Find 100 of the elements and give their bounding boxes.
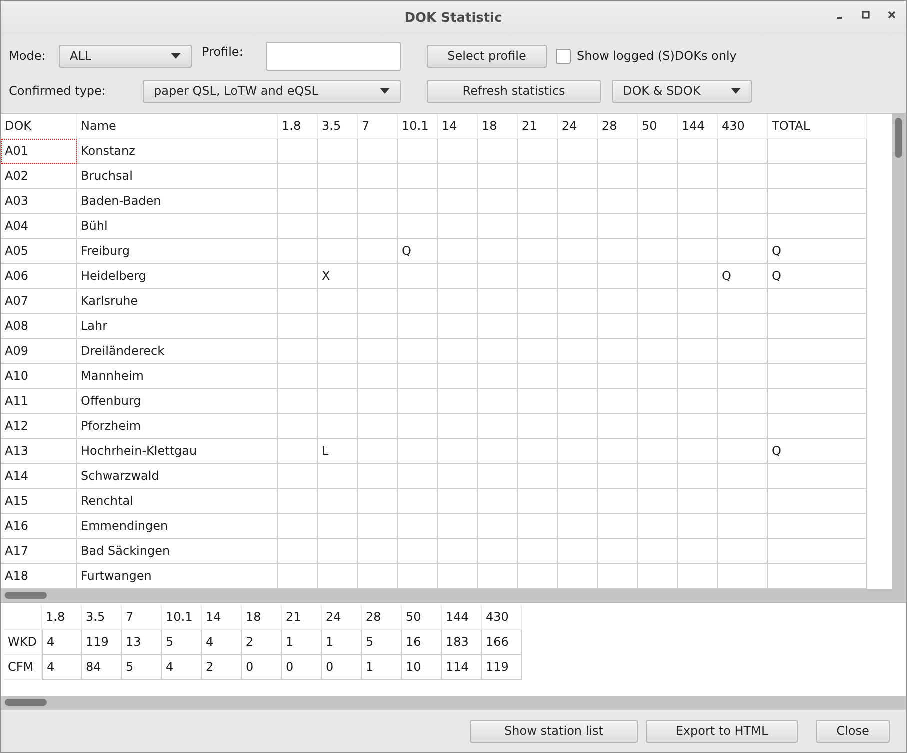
column-header[interactable]: 430 <box>718 114 768 139</box>
show-station-list-button[interactable]: Show station list <box>470 720 638 742</box>
table-cell <box>278 389 318 414</box>
table-cell <box>678 314 718 339</box>
column-header[interactable]: 24 <box>558 114 598 139</box>
table-cell: L <box>318 439 358 464</box>
table-cell <box>438 514 478 539</box>
column-header[interactable]: TOTAL <box>768 114 867 139</box>
table-cell <box>318 139 358 164</box>
table-cell <box>398 514 438 539</box>
table-cell: A01 <box>1 139 77 164</box>
table-cell: 4 <box>42 630 82 655</box>
profile-field[interactable] <box>266 42 401 70</box>
table-cell: 119 <box>82 630 122 655</box>
horizontal-scrollbar[interactable] <box>1 589 906 602</box>
column-header[interactable]: 21 <box>518 114 558 139</box>
table-cell: 2 <box>202 655 242 680</box>
table-cell <box>278 189 318 214</box>
table-cell: A11 <box>1 389 77 414</box>
table-cell <box>558 239 598 264</box>
table-cell <box>638 314 678 339</box>
table-cell <box>438 364 478 389</box>
table-cell <box>398 439 438 464</box>
table-cell <box>438 439 478 464</box>
dok-type-dropdown[interactable]: DOK & SDOK <box>612 80 752 102</box>
table-cell <box>278 214 318 239</box>
table-cell <box>518 264 558 289</box>
table-cell <box>518 414 558 439</box>
table-cell <box>358 189 398 214</box>
mode-dropdown[interactable]: ALL <box>59 44 192 68</box>
column-header[interactable]: 144 <box>678 114 718 139</box>
table-cell <box>398 489 438 514</box>
row-header: CFM <box>4 655 42 680</box>
profile-label: Profile: <box>202 45 244 59</box>
refresh-button[interactable]: Refresh statistics <box>427 80 601 102</box>
table-cell <box>478 164 518 189</box>
table-cell <box>638 264 678 289</box>
table-cell <box>398 189 438 214</box>
table-cell <box>638 164 678 189</box>
table-cell <box>478 539 518 564</box>
table-cell <box>638 439 678 464</box>
maximize-icon[interactable] <box>862 11 870 19</box>
table-cell <box>318 414 358 439</box>
table-cell: 5 <box>362 630 402 655</box>
table-cell <box>718 439 768 464</box>
column-header[interactable]: 3.5 <box>318 114 358 139</box>
table-cell: 0 <box>242 655 282 680</box>
export-html-button[interactable]: Export to HTML <box>646 720 798 742</box>
table-cell <box>558 164 598 189</box>
table-cell <box>358 314 398 339</box>
table-cell: 166 <box>482 630 522 655</box>
vertical-scrollbar[interactable] <box>892 114 906 589</box>
column-header[interactable]: DOK <box>1 114 77 139</box>
column-header[interactable]: 50 <box>638 114 678 139</box>
column-header[interactable]: 7 <box>358 114 398 139</box>
confirmed-type-dropdown[interactable]: paper QSL, LoTW and eQSL <box>143 80 401 102</box>
horizontal-scrollbar[interactable] <box>1 696 906 709</box>
table-cell <box>678 464 718 489</box>
caret-icon <box>380 88 390 94</box>
column-header[interactable]: 1.8 <box>278 114 318 139</box>
table-cell: A10 <box>1 364 77 389</box>
show-logged-checkbox[interactable]: Show logged (S)DOKs only <box>556 48 737 64</box>
column-header[interactable]: 14 <box>438 114 478 139</box>
table-cell <box>718 464 768 489</box>
table-cell <box>278 464 318 489</box>
column-header[interactable]: 28 <box>598 114 638 139</box>
caret-icon <box>731 88 741 94</box>
checkbox[interactable] <box>556 48 571 64</box>
select-profile-button[interactable]: Select profile <box>427 44 547 68</box>
table-cell <box>678 214 718 239</box>
column-header: 18 <box>242 605 282 630</box>
close-button[interactable]: Close <box>816 720 890 742</box>
table-cell <box>4 605 42 630</box>
column-header[interactable]: 10.1 <box>398 114 438 139</box>
column-header: 21 <box>282 605 322 630</box>
table-cell <box>318 464 358 489</box>
table-cell <box>598 414 638 439</box>
table-cell <box>718 189 768 214</box>
table-cell <box>518 539 558 564</box>
table-cell <box>318 514 358 539</box>
table-cell <box>438 189 478 214</box>
column-header: 1.8 <box>42 605 82 630</box>
table-cell: 1 <box>362 655 402 680</box>
table-cell <box>518 289 558 314</box>
table-cell: 13 <box>122 630 162 655</box>
table-cell: Pforzheim <box>77 414 278 439</box>
table-cell <box>318 164 358 189</box>
table-cell: A04 <box>1 214 77 239</box>
table-cell <box>478 464 518 489</box>
table-cell <box>478 289 518 314</box>
table-cell <box>598 139 638 164</box>
table-cell <box>558 214 598 239</box>
table-cell: A05 <box>1 239 77 264</box>
close-icon[interactable] <box>888 11 896 19</box>
column-header[interactable]: 18 <box>478 114 518 139</box>
table-cell: A02 <box>1 164 77 189</box>
table-cell <box>398 389 438 414</box>
column-header[interactable]: Name <box>77 114 278 139</box>
table-cell <box>558 539 598 564</box>
table-cell <box>638 214 678 239</box>
